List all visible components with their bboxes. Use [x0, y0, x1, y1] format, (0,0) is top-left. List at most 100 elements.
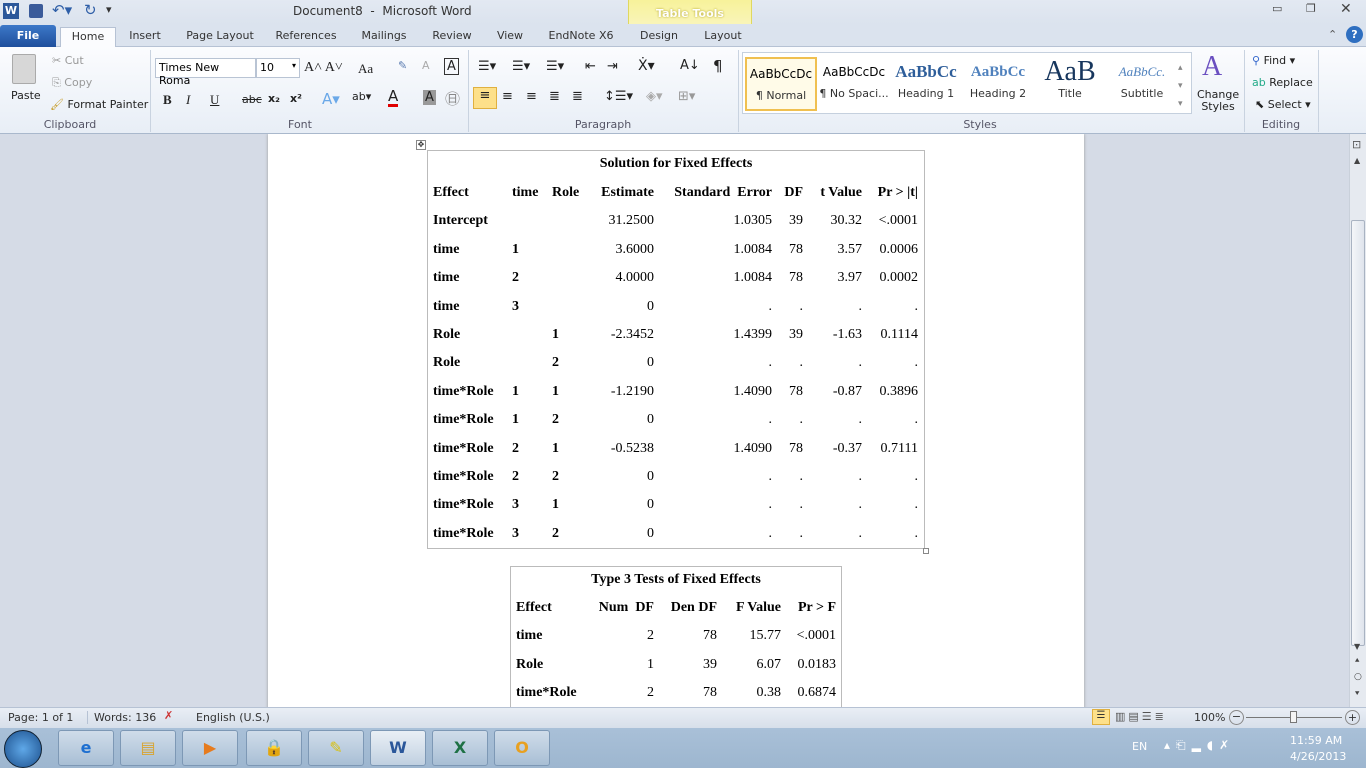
style-heading-1[interactable]: AaBbCc Heading 1: [890, 57, 962, 111]
zoom-out-button[interactable]: −: [1229, 710, 1244, 725]
tab-table-layout[interactable]: Layout: [696, 27, 750, 47]
line-spacing-icon[interactable]: ↕☰▾: [604, 89, 633, 104]
zoom-slider-thumb[interactable]: [1290, 711, 1297, 723]
help-icon[interactable]: ?: [1346, 26, 1363, 43]
shading-icon[interactable]: ◈▾: [646, 89, 663, 104]
align-left-button[interactable]: ≡: [473, 87, 497, 109]
close-button[interactable]: ✕: [1340, 1, 1352, 17]
cut-button[interactable]: ✂ Cut: [52, 54, 84, 67]
view-buttons[interactable]: ▥▤☰≣: [1115, 710, 1167, 723]
taskbar-sas-app[interactable]: ✎: [308, 730, 364, 766]
underline-button[interactable]: U: [210, 92, 219, 108]
bold-button[interactable]: B: [163, 92, 172, 108]
text-effects-icon[interactable]: A▾: [322, 90, 340, 108]
document-page[interactable]: ✥ Solution for Fixed Effects Effect time R…: [268, 134, 1084, 707]
align-right-button[interactable]: ≡: [526, 89, 537, 104]
change-case-button[interactable]: Aa: [358, 61, 373, 77]
vertical-scrollbar[interactable]: ⊡ ▲ ▼ ⯅ ○ ⯆: [1349, 134, 1366, 707]
align-center-button[interactable]: ≡: [502, 89, 513, 104]
tab-home[interactable]: Home: [60, 27, 116, 47]
change-styles-button[interactable]: Change Styles: [1197, 89, 1239, 113]
table-move-handle[interactable]: ✥: [416, 140, 426, 150]
zoom-in-button[interactable]: +: [1345, 710, 1360, 725]
start-button[interactable]: [4, 730, 42, 768]
clear-formatting-icon[interactable]: ✎: [398, 59, 407, 72]
language-indicator[interactable]: English (U.S.): [196, 711, 270, 724]
ruler-toggle-icon[interactable]: ⊡: [1352, 138, 1361, 151]
taskbar-word[interactable]: W: [370, 730, 426, 766]
phonetic-guide-icon[interactable]: A: [422, 59, 430, 72]
tab-mailings[interactable]: Mailings: [354, 27, 414, 47]
find-button[interactable]: ⚲ Find ▾: [1252, 54, 1295, 67]
font-size-dropdown[interactable]: 10 ▾: [256, 58, 300, 78]
show-formatting-icon[interactable]: ¶: [713, 57, 723, 75]
taskbar-media-player[interactable]: ▶: [182, 730, 238, 766]
tray-icons[interactable]: ▴⎗▂◖✗: [1164, 738, 1235, 753]
taskbar-security-app[interactable]: 🔒: [246, 730, 302, 766]
scroll-down-arrow[interactable]: ▼: [1354, 642, 1360, 651]
tab-review[interactable]: Review: [426, 27, 478, 47]
print-layout-view-icon[interactable]: ☰: [1092, 709, 1110, 725]
tab-insert[interactable]: Insert: [122, 27, 168, 47]
subscript-button[interactable]: x₂: [268, 92, 280, 105]
highlight-icon[interactable]: ab▾: [352, 90, 371, 103]
sort-icon[interactable]: A↓: [680, 58, 700, 73]
browse-object-icon[interactable]: ○: [1354, 672, 1362, 682]
customize-qat-icon[interactable]: ▾: [106, 3, 112, 16]
style-title[interactable]: AaB Title: [1034, 57, 1106, 111]
decrease-indent-icon[interactable]: ⇤: [585, 59, 596, 74]
select-button[interactable]: ⬉ Select ▾: [1255, 98, 1311, 111]
font-name-dropdown[interactable]: Times New Roma: [155, 58, 256, 87]
page-count[interactable]: Page: 1 of 1: [8, 711, 73, 724]
taskbar-file-explorer[interactable]: ▤: [120, 730, 176, 766]
next-page-icon[interactable]: ⯆: [1354, 689, 1360, 699]
tab-table-design[interactable]: Design: [632, 27, 686, 47]
taskbar-outlook[interactable]: O: [494, 730, 550, 766]
minimize-ribbon-icon[interactable]: ⌃: [1328, 28, 1337, 41]
word-app-icon[interactable]: W: [3, 3, 19, 19]
enclose-characters-icon[interactable]: ㊐: [445, 88, 460, 109]
grow-font-button[interactable]: A˄ A˅: [304, 60, 343, 76]
scroll-up-arrow[interactable]: ▲: [1354, 156, 1360, 165]
styles-scroll-buttons[interactable]: ▴ ▾ ▾: [1178, 59, 1183, 113]
format-painter-button[interactable]: 🖌 Format Painter: [50, 98, 148, 111]
proofing-icon[interactable]: ✗: [164, 709, 173, 722]
distributed-button[interactable]: ≣: [572, 89, 583, 104]
copy-button[interactable]: ⎘ Copy: [52, 76, 92, 90]
strikethrough-button[interactable]: abc: [242, 93, 262, 106]
italic-button[interactable]: I: [186, 92, 190, 108]
bullets-icon[interactable]: ☰▾: [478, 59, 496, 74]
scroll-thumb[interactable]: [1351, 220, 1365, 646]
tab-file[interactable]: File: [0, 25, 56, 47]
zoom-level[interactable]: 100%: [1194, 711, 1225, 724]
tab-page-layout[interactable]: Page Layout: [180, 27, 260, 47]
redo-icon[interactable]: ↻: [84, 1, 97, 19]
tab-view[interactable]: View: [490, 27, 530, 47]
undo-icon[interactable]: ↶▾: [52, 1, 72, 19]
style-heading-2[interactable]: AaBbCc Heading 2: [962, 57, 1034, 111]
font-color-icon[interactable]: A: [388, 89, 399, 107]
replace-button[interactable]: ab Replace: [1252, 76, 1313, 89]
minimize-button[interactable]: ▭: [1272, 2, 1282, 15]
clock-date[interactable]: 4/26/2013: [1290, 750, 1346, 763]
taskbar-internet-explorer[interactable]: e: [58, 730, 114, 766]
taskbar-excel[interactable]: X: [432, 730, 488, 766]
asian-layout-icon[interactable]: Ẋ▾: [638, 58, 655, 74]
input-language[interactable]: EN: [1132, 740, 1147, 753]
borders-icon[interactable]: ⊞▾: [678, 89, 695, 104]
table-resize-handle[interactable]: [923, 548, 929, 554]
character-border-icon[interactable]: A: [444, 58, 459, 75]
style-no-spaci[interactable]: AaBbCcDc ¶ No Spaci...: [818, 57, 890, 111]
word-count[interactable]: Words: 136: [87, 711, 156, 724]
clock-time[interactable]: 11:59 AM: [1290, 734, 1342, 747]
increase-indent-icon[interactable]: ⇥: [607, 59, 618, 74]
restore-button[interactable]: ❐: [1306, 2, 1316, 15]
tab-references[interactable]: References: [270, 27, 342, 47]
numbering-icon[interactable]: ☰▾: [512, 59, 530, 74]
style-subtitle[interactable]: AaBbCc. Subtitle: [1106, 57, 1178, 111]
save-icon[interactable]: [29, 4, 43, 18]
prev-page-icon[interactable]: ⯅: [1354, 656, 1360, 666]
character-shading-icon[interactable]: A: [423, 90, 436, 105]
style-normal[interactable]: AaBbCcDc ¶ Normal: [745, 57, 817, 111]
superscript-button[interactable]: x²: [290, 92, 302, 105]
